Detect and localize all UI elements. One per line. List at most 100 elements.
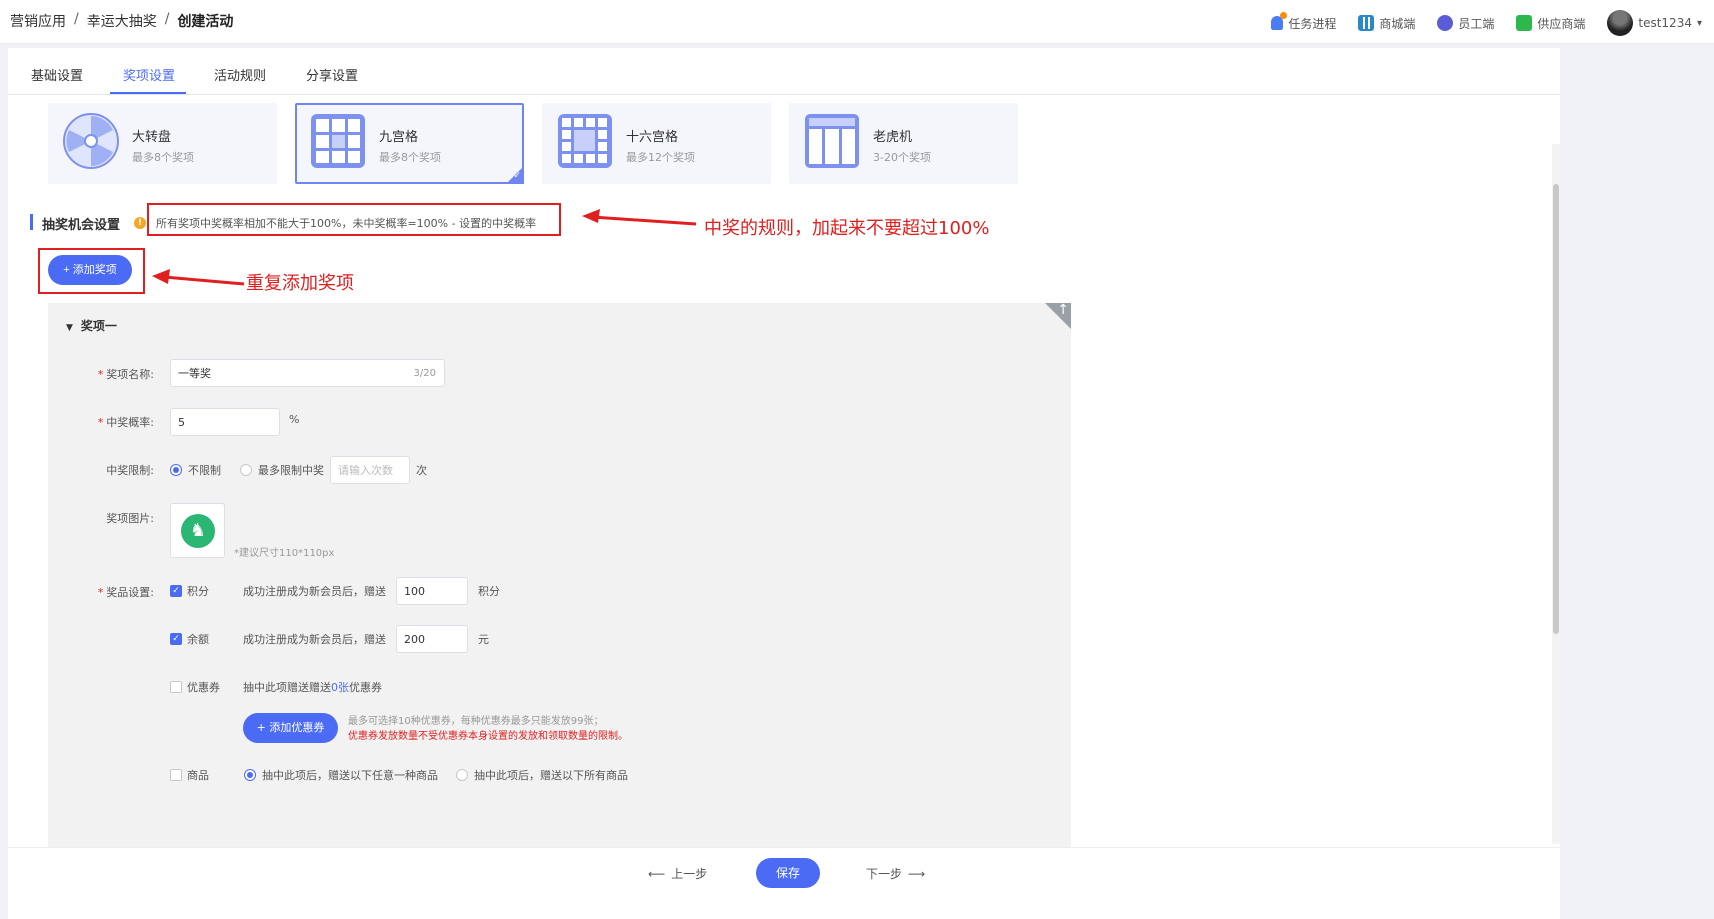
arrow-left-icon: ⟵	[648, 867, 666, 881]
points-checkbox[interactable]: ✓	[170, 585, 182, 597]
tab-rules[interactable]: 活动规则	[214, 65, 266, 84]
limit-count-input[interactable]: 请输入次数	[330, 456, 410, 484]
footer-actions: ⟵ 上一步 保存 下一步 ⟶	[8, 847, 1560, 919]
annotation-arrow-repeat	[152, 269, 245, 286]
game-card-sub: 3-20个奖项	[873, 151, 931, 164]
breadcrumb-item[interactable]: 营销应用	[10, 11, 66, 31]
add-prize-button[interactable]: + 添加奖项	[48, 255, 132, 285]
prize-name-input[interactable]: 一等奖 3/20	[170, 359, 445, 387]
game-card-sub: 最多8个奖项	[132, 151, 194, 164]
prize-image-upload[interactable]: ♞	[170, 503, 225, 558]
add-coupon-button[interactable]: + 添加优惠券	[243, 713, 338, 743]
game-card-grid9[interactable]: 九宫格 最多8个奖项 ✓	[295, 103, 524, 184]
active-tab-indicator	[110, 92, 186, 94]
probability-value: 5	[178, 415, 185, 429]
prize-panel: ↑ ▼ 奖项一 * 奖项名称: 一等奖 3/20 * 中奖概率: 5 % 中奖限制: …	[48, 302, 1071, 848]
save-button[interactable]: 保存	[756, 858, 820, 888]
task-progress-link[interactable]: 任务进程	[1271, 12, 1337, 32]
gift-settings-label-text: 奖品设置:	[106, 586, 154, 599]
scrollbar-thumb[interactable]	[1553, 184, 1559, 634]
grid9-icon	[311, 114, 365, 168]
next-step-button[interactable]: 下一步 ⟶	[866, 865, 925, 882]
breadcrumb-separator: /	[164, 11, 170, 27]
prize-name-value: 一等奖	[178, 367, 211, 380]
balance-unit: 元	[478, 633, 489, 646]
breadcrumb: 营销应用 / 幸运大抽奖 / 创建活动	[10, 11, 233, 31]
bell-icon	[1271, 12, 1288, 30]
supplier-icon	[1516, 15, 1533, 31]
limit-unit: 次	[416, 464, 427, 477]
user-menu[interactable]: test1234 ▾	[1607, 10, 1702, 36]
scrollbar[interactable]	[1552, 144, 1560, 844]
prize-name-label: * 奖项名称:	[97, 368, 154, 381]
staff-link[interactable]: 员工端	[1437, 15, 1494, 32]
username: test1234	[1638, 16, 1692, 30]
coupon-note: 最多可选择10种优惠券，每种优惠券最多只能发放99张；	[348, 716, 604, 727]
goods-any-label[interactable]: 抽中此项后，赠送以下任意一种商品	[262, 767, 438, 783]
top-header: 营销应用 / 幸运大抽奖 / 创建活动 任务进程 商城端 员工端 供应商端 te…	[0, 0, 1714, 44]
points-input[interactable]: 100	[396, 577, 468, 605]
mall-label: 商城端	[1379, 16, 1416, 31]
limit-unlimited-label[interactable]: 不限制	[188, 462, 221, 478]
coupon-label: 优惠券	[187, 681, 220, 694]
chevron-down-icon: ▾	[1696, 17, 1702, 29]
image-size-hint: *建议尺寸110*110px	[234, 548, 335, 559]
breadcrumb-item[interactable]: 幸运大抽奖	[87, 11, 157, 31]
limit-max-radio[interactable]	[240, 464, 252, 476]
game-card-slot[interactable]: 老虎机 3-20个奖项	[789, 103, 1018, 184]
prize-image-label: 奖项图片:	[106, 512, 154, 525]
breadcrumb-current: 创建活动	[177, 14, 234, 30]
prev-step-button[interactable]: ⟵ 上一步	[648, 865, 707, 882]
prize-header[interactable]: ▼ 奖项一	[66, 317, 117, 334]
goods-all-label[interactable]: 抽中此项后，赠送以下所有商品	[474, 767, 628, 783]
balance-label: 余额	[187, 633, 209, 646]
prize-header-title: 奖项一	[80, 319, 117, 333]
game-card-grid16[interactable]: 十六宫格 最多12个奖项	[542, 103, 771, 184]
supplier-link[interactable]: 供应商端	[1516, 15, 1585, 32]
gift-settings-label: * 奖品设置:	[97, 586, 154, 599]
wheel-icon	[63, 113, 119, 169]
game-card-sub: 最多8个奖项	[379, 151, 441, 164]
annotation-repeat-text: 重复添加奖项	[246, 273, 354, 294]
mall-link[interactable]: 商城端	[1358, 15, 1415, 32]
staff-label: 员工端	[1458, 16, 1495, 31]
goods-any-radio[interactable]	[244, 769, 256, 781]
task-progress-label: 任务进程	[1288, 16, 1337, 31]
tab-share[interactable]: 分享设置	[306, 65, 358, 84]
limit-max-label[interactable]: 最多限制中奖	[258, 462, 324, 478]
slot-icon	[805, 114, 859, 168]
balance-checkbox[interactable]: ✓	[170, 633, 182, 645]
balance-value: 200	[404, 632, 425, 646]
game-card-wheel[interactable]: 大转盘 最多8个奖项	[48, 103, 277, 184]
notification-dot	[1280, 12, 1288, 19]
points-desc: 成功注册成为新会员后，赠送	[243, 585, 386, 598]
limit-label: 中奖限制:	[106, 464, 154, 477]
tab-basic[interactable]: 基础设置	[31, 65, 83, 84]
coupon-note-red: 优惠券发放数量不受优惠券本身设置的发放和领取数量的限制。	[348, 731, 628, 742]
header-actions: 任务进程 商城端 员工端 供应商端 test1234 ▾	[1271, 10, 1702, 36]
coupon-count: 0张	[331, 681, 349, 694]
prize-name-label-text: 奖项名称:	[106, 368, 154, 381]
probability-input[interactable]: 5	[170, 408, 280, 436]
coupon-desc-b: 优惠券	[349, 681, 382, 694]
limit-unlimited-radio[interactable]	[170, 464, 182, 476]
prize-name-counter: 3/20	[413, 367, 436, 379]
goods-all-radio[interactable]	[456, 769, 468, 781]
avatar	[1607, 10, 1634, 36]
game-card-title: 九宫格	[379, 130, 419, 145]
rocking-horse-icon: ♞	[181, 514, 215, 548]
annotation-rule-text: 中奖的规则，加起来不要超过100%	[704, 218, 990, 239]
check-icon: ✓	[513, 171, 521, 181]
goods-checkbox[interactable]	[170, 769, 182, 781]
tab-bar: 基础设置 奖项设置 活动规则 分享设置	[8, 48, 1560, 95]
balance-desc: 成功注册成为新会员后，赠送	[243, 633, 386, 646]
coupon-checkbox[interactable]	[170, 681, 182, 693]
points-label: 积分	[187, 585, 209, 598]
balance-input[interactable]: 200	[396, 625, 468, 653]
next-step-label: 下一步	[866, 867, 903, 881]
coupon-desc-a: 抽中此项赠送赠送	[243, 681, 331, 694]
arrow-up-icon[interactable]: ↑	[1057, 302, 1069, 318]
game-card-title: 老虎机	[873, 130, 913, 145]
tab-prizes[interactable]: 奖项设置	[123, 65, 175, 84]
probability-label: * 中奖概率:	[97, 416, 154, 429]
